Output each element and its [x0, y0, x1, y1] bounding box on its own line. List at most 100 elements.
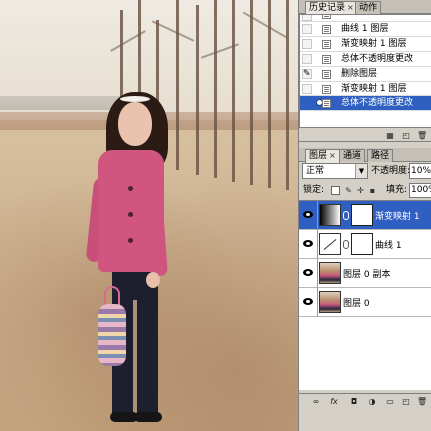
close-icon[interactable]: × [329, 151, 336, 160]
layer-thumbnail[interactable] [319, 262, 341, 284]
fill-field[interactable]: 100% [409, 183, 431, 198]
history-state-icon [322, 99, 331, 109]
history-item-label: 删除图层 [341, 68, 378, 79]
layer-name[interactable]: 曲线 1 [375, 238, 402, 251]
layer-row-layer0[interactable]: 图层 0 [299, 288, 431, 317]
tab-channels[interactable]: 通道 [339, 149, 366, 162]
lock-transparency-icon[interactable] [331, 186, 340, 195]
blend-mode-select[interactable]: 正常 ▼ [302, 163, 368, 179]
history-item-current[interactable]: 总体不透明度更改 [300, 96, 431, 112]
close-icon[interactable]: × [347, 3, 354, 12]
snapshot-source-checkbox[interactable] [302, 53, 312, 64]
divider [317, 288, 318, 317]
eye-visibility-icon[interactable] [302, 297, 316, 307]
history-state-icon [322, 25, 331, 34]
link-chain-icon[interactable] [343, 240, 349, 249]
divider [317, 259, 318, 288]
snapshot-source-checkbox[interactable] [302, 15, 312, 21]
striped-handbag [98, 304, 126, 366]
snapshot-source-checkbox[interactable] [302, 83, 312, 94]
chevron-down-icon[interactable]: ▼ [355, 164, 367, 178]
history-item[interactable]: 渐变映射 1 图层 [300, 82, 431, 97]
history-tabbar: 历史记录 × 动作 [299, 0, 431, 15]
lock-all-icon[interactable]: ▪ [368, 186, 377, 195]
history-item[interactable]: 渐变映射 1 图层 [300, 37, 431, 52]
layer-name[interactable]: 图层 0 [343, 296, 370, 309]
distant-buildings [0, 96, 120, 110]
history-item[interactable]: 总体不透明度更改 [300, 52, 431, 67]
history-brush-source-icon: ✎ [303, 68, 311, 79]
blend-mode-value: 正常 [306, 166, 325, 176]
history-item-label: 总体不透明度更改 [341, 53, 414, 64]
document-canvas[interactable] [0, 0, 298, 431]
layer-mask-thumbnail[interactable] [351, 233, 373, 255]
leg-gap [133, 300, 137, 418]
tab-actions[interactable]: 动作 [355, 1, 382, 14]
divider [317, 230, 318, 259]
layer-row-gradient-map[interactable]: 渐变映射 1 [299, 201, 431, 230]
layer-thumbnail[interactable] [319, 291, 341, 313]
panel-dock: 历史记录 × 动作 曲线 1 图层 渐变映射 1 图层 总体不透明度更改 ✎ 删… [298, 0, 431, 431]
history-state-icon [322, 39, 331, 49]
divider [317, 201, 318, 230]
layer-options-row: 正常 ▼ 不透明度: 10% [299, 163, 431, 180]
layer-name[interactable]: 图层 0 副本 [343, 267, 390, 280]
history-item-label: 总体不透明度更改 [341, 98, 414, 109]
group-folder-icon[interactable]: ▭ [385, 397, 395, 407]
history-state-icon [322, 69, 331, 79]
history-item[interactable]: ✎ 删除图层 [300, 67, 431, 82]
layer-name[interactable]: 渐变映射 1 [375, 209, 420, 222]
tab-paths-label: 路径 [371, 151, 390, 161]
headband [120, 96, 150, 102]
tab-layers[interactable]: 图层 × [305, 149, 340, 163]
layer-mask-thumbnail[interactable] [351, 204, 373, 226]
new-snapshot-icon[interactable]: ◰ [401, 131, 411, 140]
layer-row-layer0-copy[interactable]: 图层 0 副本 [299, 259, 431, 288]
layers-tabbar: 图层 × 通道 路径 [299, 148, 431, 163]
lock-position-move-icon[interactable]: ✛ [356, 186, 365, 195]
snapshot-source-checkbox[interactable] [302, 38, 312, 49]
history-item-label: 渐变映射 1 图层 [341, 83, 407, 94]
face [118, 102, 152, 146]
tree [176, 0, 179, 170]
lock-label: 锁定: [303, 185, 325, 195]
eye-visibility-icon[interactable] [302, 210, 316, 220]
link-icon[interactable]: ∞ [311, 397, 321, 407]
adjustment-icon[interactable]: ◑ [367, 397, 377, 407]
tree [214, 0, 217, 178]
layer-list: 渐变映射 1 曲线 1 图层 0 副本 图层 0 [299, 200, 431, 390]
tab-paths[interactable]: 路径 [367, 149, 394, 162]
history-footer: ▦ ◰ 🗑 [299, 129, 431, 142]
tab-actions-label: 动作 [359, 3, 378, 13]
fill-label: 填充: [386, 185, 408, 195]
snapshot-source-checkbox[interactable] [302, 98, 312, 109]
history-state-icon [322, 15, 331, 19]
tab-layers-label: 图层 [309, 151, 328, 161]
fx-icon[interactable]: fx [329, 397, 339, 407]
mask-icon[interactable]: ◘ [349, 397, 359, 407]
layer-row-curves[interactable]: 曲线 1 [299, 230, 431, 259]
history-item[interactable] [300, 15, 431, 22]
curves-thumbnail[interactable] [319, 233, 341, 255]
tab-history[interactable]: 历史记录 × [305, 1, 358, 15]
snapshot-source-checkbox[interactable] [302, 24, 312, 34]
tree [286, 0, 289, 190]
coat-button [128, 212, 133, 217]
panel-bottom-area [299, 410, 431, 431]
gradient-map-thumbnail[interactable] [319, 204, 341, 226]
shoe [134, 412, 162, 422]
hand [146, 272, 160, 288]
tree [250, 0, 253, 185]
eye-visibility-icon[interactable] [302, 268, 316, 278]
link-chain-icon[interactable] [343, 211, 349, 220]
tree [232, 0, 235, 182]
trash-icon[interactable]: 🗑 [417, 131, 427, 140]
opacity-field[interactable]: 10% [409, 163, 431, 179]
new-document-icon[interactable]: ▦ [385, 131, 395, 140]
new-layer-icon[interactable]: ◰ [401, 397, 411, 407]
eye-visibility-icon[interactable] [302, 239, 316, 249]
opacity-label: 不透明度: [371, 166, 411, 176]
lock-image-brush-icon[interactable]: ✎ [344, 186, 353, 195]
history-item[interactable]: 曲线 1 图层 [300, 22, 431, 37]
trash-icon[interactable]: 🗑 [417, 397, 427, 407]
